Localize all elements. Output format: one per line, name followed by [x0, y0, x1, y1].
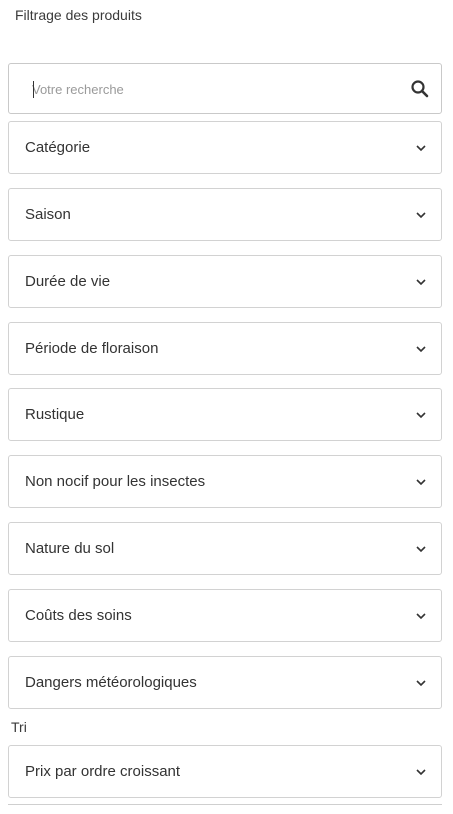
chevron-down-icon	[416, 479, 426, 486]
chevron-down-icon	[416, 212, 426, 219]
filter-label: Catégorie	[25, 139, 91, 156]
filter-label: Saison	[25, 206, 71, 223]
chevron-down-icon	[416, 145, 426, 152]
filter-dropdown-categorie[interactable]: Catégorie	[8, 121, 442, 174]
panel-title: Filtrage des produits	[15, 7, 142, 23]
filter-dropdown-nature-du-sol[interactable]: Nature du sol	[8, 522, 442, 575]
sort-heading: Tri	[11, 719, 27, 735]
chevron-down-icon	[416, 412, 426, 419]
search-input[interactable]	[32, 78, 402, 100]
filter-label: Coûts des soins	[25, 607, 132, 624]
text-cursor	[33, 81, 34, 98]
filter-label: Nature du sol	[25, 540, 115, 557]
filter-dropdown-dangers-meteorologiques[interactable]: Dangers météorologiques	[8, 656, 442, 709]
chevron-down-icon	[416, 279, 426, 286]
search-icon[interactable]	[410, 79, 430, 99]
chevron-down-icon	[416, 680, 426, 687]
filter-label: Non nocif pour les insectes	[25, 473, 206, 490]
chevron-down-icon	[416, 346, 426, 353]
filter-dropdown-periode-de-floraison[interactable]: Période de floraison	[8, 322, 442, 375]
filter-dropdown-duree-de-vie[interactable]: Durée de vie	[8, 255, 442, 308]
filter-label: Période de floraison	[25, 340, 159, 357]
filter-label: Rustique	[25, 406, 85, 423]
chevron-down-icon	[416, 769, 426, 776]
filter-dropdown-rustique[interactable]: Rustique	[8, 388, 442, 441]
divider	[8, 804, 442, 805]
chevron-down-icon	[416, 613, 426, 620]
search-box[interactable]	[8, 63, 442, 114]
filter-label: Dangers météorologiques	[25, 674, 197, 691]
sort-selected-value: Prix par ordre croissant	[25, 763, 181, 780]
filter-dropdown-couts-des-soins[interactable]: Coûts des soins	[8, 589, 442, 642]
filter-dropdown-saison[interactable]: Saison	[8, 188, 442, 241]
filter-dropdown-non-nocif-insectes[interactable]: Non nocif pour les insectes	[8, 455, 442, 508]
filter-label: Durée de vie	[25, 273, 111, 290]
chevron-down-icon	[416, 546, 426, 553]
sort-dropdown[interactable]: Prix par ordre croissant	[8, 745, 442, 798]
